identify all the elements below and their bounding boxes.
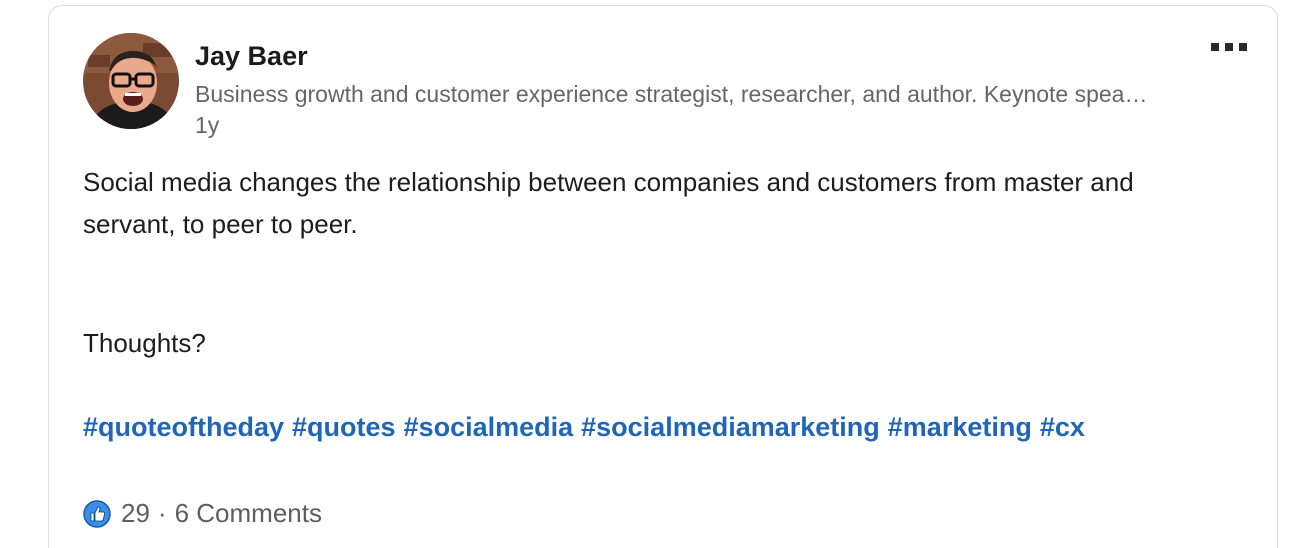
more-options-icon bbox=[1211, 43, 1219, 51]
separator: · bbox=[157, 498, 167, 528]
hashtag-link[interactable]: #socialmediamarketing bbox=[581, 412, 880, 442]
post-card: Jay Baer Business growth and customer ex… bbox=[48, 5, 1278, 548]
hashtag-link[interactable]: #marketing bbox=[888, 412, 1032, 442]
hashtag-link[interactable]: #quoteoftheday bbox=[83, 412, 284, 442]
reactions-count[interactable]: 29 bbox=[121, 498, 150, 529]
hashtag-link[interactable]: #socialmedia bbox=[404, 412, 574, 442]
post-text: Social media changes the relationship be… bbox=[83, 167, 1134, 239]
post-body: Social media changes the relationship be… bbox=[83, 161, 1253, 245]
hashtag-link[interactable]: #cx bbox=[1040, 412, 1085, 442]
hashtag-link[interactable]: #quotes bbox=[292, 412, 396, 442]
post-timestamp: 1y bbox=[195, 112, 220, 138]
social-counts: 29 · 6 Comments bbox=[83, 498, 322, 529]
author-avatar[interactable] bbox=[83, 33, 179, 129]
like-icon bbox=[83, 499, 111, 528]
author-name[interactable]: Jay Baer bbox=[195, 41, 308, 72]
comments-link[interactable]: 6 Comments bbox=[175, 498, 322, 529]
more-options-button[interactable] bbox=[1207, 36, 1251, 58]
more-options-icon-dot bbox=[1225, 43, 1233, 51]
post-question: Thoughts? bbox=[83, 328, 206, 358]
hashtag-list: #quoteoftheday #quotes #socialmedia #social… bbox=[83, 412, 1093, 443]
more-options-icon-dot bbox=[1239, 43, 1247, 51]
author-headline: Business growth and customer experience … bbox=[195, 81, 1148, 107]
profile-photo-icon bbox=[83, 33, 179, 129]
